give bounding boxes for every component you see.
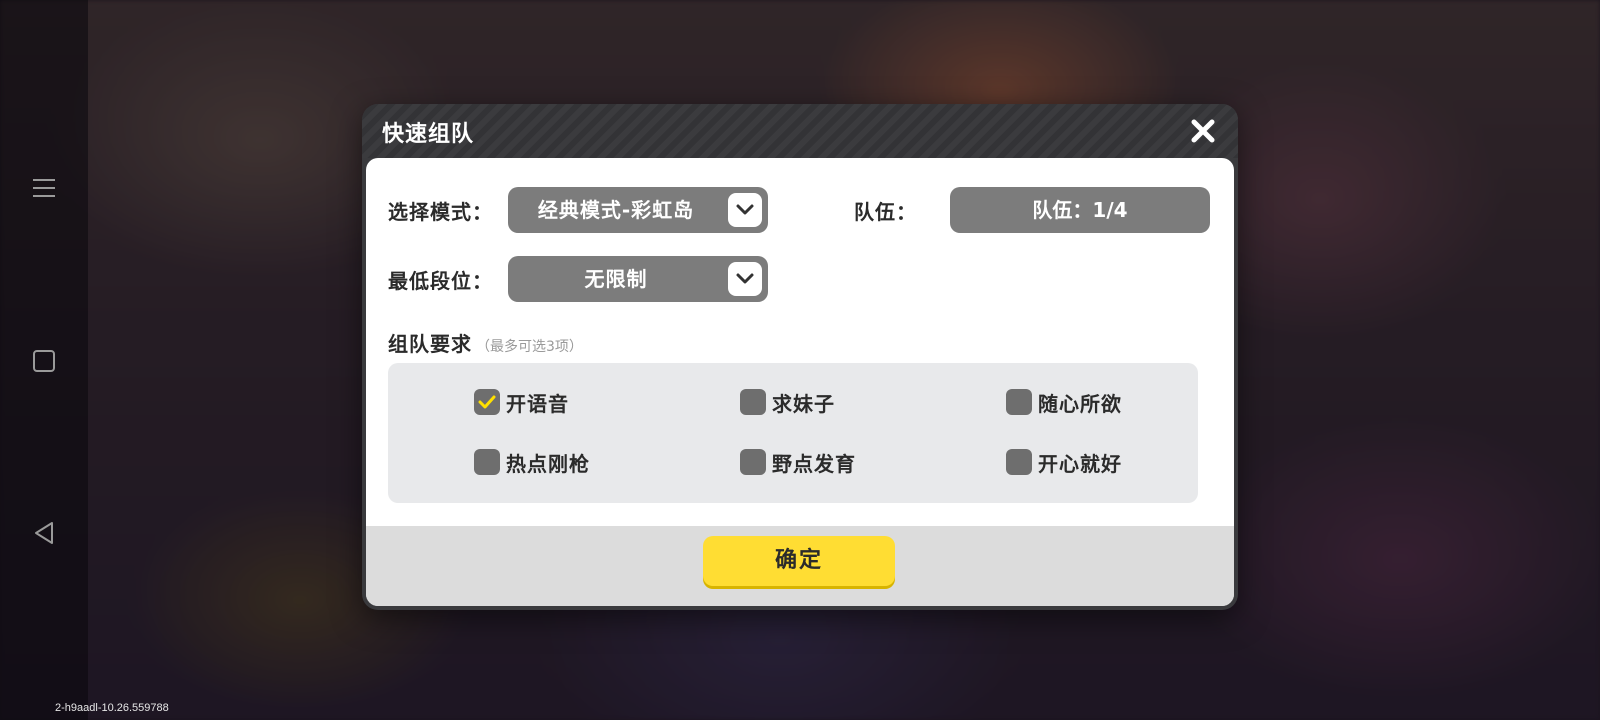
- mode-label: 选择模式：: [388, 200, 493, 224]
- confirm-button[interactable]: 确定: [703, 536, 895, 586]
- option-label: 热点刚枪: [506, 451, 590, 476]
- option-label: 开心就好: [1038, 451, 1122, 476]
- checkbox-unchecked[interactable]: [1006, 389, 1032, 415]
- option-happy[interactable]: 开心就好: [1006, 447, 1122, 477]
- option-hotspot[interactable]: 热点刚枪: [474, 447, 590, 477]
- home-icon[interactable]: [26, 343, 62, 379]
- option-label: 随心所欲: [1038, 391, 1122, 416]
- requirements-title-text: 组队要求: [388, 332, 472, 356]
- requirements-options-panel: 开语音 求妹子 随心所欲 热点刚枪 野点发育 开心就好: [388, 363, 1198, 503]
- version-text: 2-h9aadl-10.26.559788: [55, 702, 169, 714]
- rank-select-value: 无限制: [584, 267, 648, 291]
- option-label: 求妹子: [772, 391, 835, 416]
- checkbox-unchecked[interactable]: [474, 449, 500, 475]
- option-label: 开语音: [506, 391, 569, 416]
- dialog-title: 快速组队: [382, 122, 475, 147]
- menu-icon[interactable]: [26, 170, 62, 206]
- option-voice[interactable]: 开语音: [474, 387, 569, 417]
- chevron-down-icon[interactable]: [728, 262, 762, 296]
- option-girls[interactable]: 求妹子: [740, 387, 835, 417]
- team-count-display: 队伍：1/4: [950, 187, 1210, 233]
- checkbox-unchecked[interactable]: [740, 449, 766, 475]
- rank-label: 最低段位：: [388, 269, 493, 293]
- option-label: 野点发育: [772, 451, 856, 476]
- chevron-down-icon[interactable]: [728, 193, 762, 227]
- option-casual[interactable]: 随心所欲: [1006, 387, 1122, 417]
- team-label: 队伍：: [854, 200, 917, 224]
- requirements-hint: （最多可选3项）: [476, 339, 583, 355]
- close-button[interactable]: [1188, 116, 1218, 146]
- dialog-header: 快速组队: [362, 104, 1238, 158]
- requirements-title: 组队要求 （最多可选3项）: [388, 328, 583, 357]
- rank-select[interactable]: 无限制: [508, 256, 768, 302]
- system-navigation-bar: [0, 0, 88, 720]
- dialog-footer: 确定: [366, 526, 1234, 606]
- option-farming[interactable]: 野点发育: [740, 447, 856, 477]
- check-icon: [478, 395, 496, 409]
- quick-team-dialog: 快速组队 选择模式： 经典模式-彩虹岛 队伍： 队伍：1/4 最低段位： 无限制…: [362, 104, 1238, 610]
- back-icon[interactable]: [26, 515, 62, 551]
- mode-select[interactable]: 经典模式-彩虹岛: [508, 187, 768, 233]
- close-icon: [1191, 119, 1215, 143]
- mode-select-value: 经典模式-彩虹岛: [537, 198, 695, 222]
- checkbox-unchecked[interactable]: [740, 389, 766, 415]
- checkbox-unchecked[interactable]: [1006, 449, 1032, 475]
- checkbox-checked[interactable]: [474, 389, 500, 415]
- dialog-body: 选择模式： 经典模式-彩虹岛 队伍： 队伍：1/4 最低段位： 无限制 组队要求…: [366, 158, 1234, 606]
